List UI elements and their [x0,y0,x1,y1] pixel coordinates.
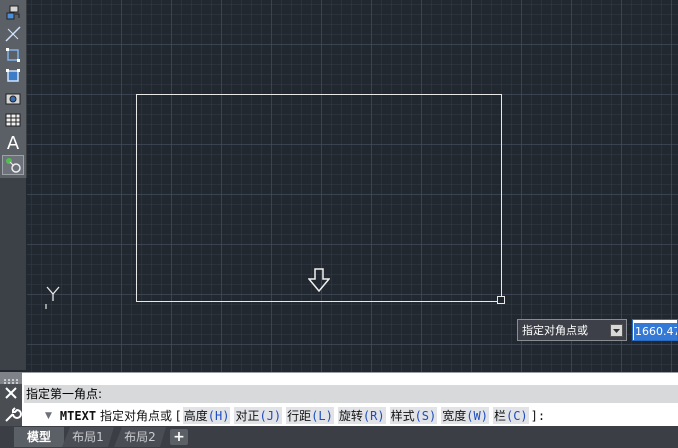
option-bracket-open: [ [176,408,181,423]
option-width[interactable]: 宽度(W) [441,407,489,424]
prompt-text: 指定对角点或 [522,324,588,337]
toolbar-strip [0,178,26,370]
command-prompt: 指定对角点或 [100,409,173,423]
command-line: 指定第一角点: ▼ MTEXT 指定对角点或 [ 高度(H) 对正(J) 行距(… [22,372,678,427]
draw-toolbar: A [0,0,27,370]
corner-grip[interactable] [497,296,505,304]
options-dropdown-icon[interactable] [610,323,623,337]
recent-commands-icon[interactable]: ▼ [45,411,52,421]
close-command-line-icon[interactable] [0,384,22,402]
insert-block-icon[interactable] [2,3,24,23]
text-flow-arrow-icon [308,268,330,292]
table-icon[interactable] [2,110,24,130]
option-bracket-close: ]: [530,408,546,423]
option-line-spacing[interactable]: 行距(L) [286,407,334,424]
coordinate-input[interactable]: 1660.47 [632,319,678,341]
tab-layout1[interactable]: 布局1 [62,427,114,447]
layout-tab-bar: 模型 布局1 布局2 + [0,426,678,448]
add-layout-button[interactable]: + [170,429,188,445]
option-columns[interactable]: 栏(C) [492,407,529,424]
camera-icon[interactable] [2,88,24,108]
tab-model[interactable]: 模型 [14,427,64,447]
dynamic-input-prompt: 指定对角点或 [517,319,627,341]
command-input[interactable]: ▼ MTEXT 指定对角点或 [ 高度(H) 对正(J) 行距(L) 旋转(R)… [22,404,678,427]
region-alt-icon[interactable] [2,66,24,86]
coordinate-value: 1660.47 [634,323,677,340]
option-justify[interactable]: 对正(J) [234,407,283,424]
construction-line-icon[interactable] [2,24,24,44]
option-rotation[interactable]: 旋转(R) [337,407,386,424]
option-height[interactable]: 高度(H) [182,407,231,424]
option-style[interactable]: 样式(S) [389,407,438,424]
customize-wrench-icon[interactable] [0,402,22,426]
add-selected-icon[interactable] [2,155,24,175]
command-name: MTEXT [59,408,97,423]
multiline-text-icon[interactable]: A [2,133,24,154]
region-icon[interactable] [2,45,24,65]
command-line-grip[interactable] [0,372,22,384]
tab-layout2[interactable]: 布局2 [114,427,166,447]
command-history: 指定第一角点: [24,385,678,403]
